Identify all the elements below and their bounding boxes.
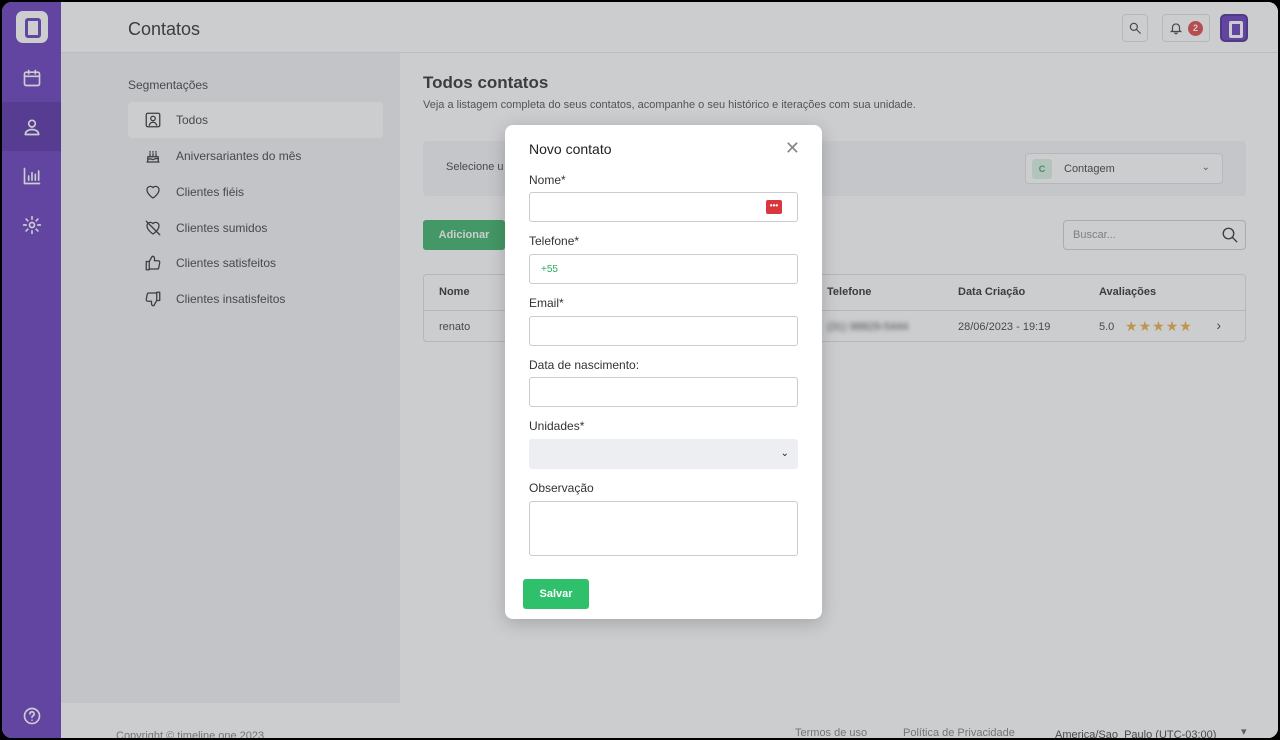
email-field[interactable] bbox=[529, 316, 798, 346]
save-button[interactable]: Salvar bbox=[523, 579, 589, 609]
birth-date-label: Data de nascimento: bbox=[529, 358, 640, 372]
name-label: Nome* bbox=[529, 173, 566, 187]
units-select[interactable]: ⌄ bbox=[529, 439, 798, 469]
app-frame: Contatos 2 Segmentações Todos Aniversari… bbox=[2, 2, 1278, 738]
modal-title: Novo contato bbox=[529, 141, 612, 157]
birth-date-field[interactable] bbox=[529, 377, 798, 407]
close-icon[interactable]: ✕ bbox=[785, 139, 800, 157]
units-label: Unidades* bbox=[529, 419, 585, 433]
phone-label: Telefone* bbox=[529, 234, 580, 248]
phone-field[interactable]: +55 bbox=[529, 254, 798, 284]
new-contact-modal: Novo contato ✕ Nome* ••• Telefone* +55 E… bbox=[505, 125, 822, 619]
name-field[interactable]: ••• bbox=[529, 192, 798, 222]
note-textarea[interactable] bbox=[529, 501, 798, 556]
note-label: Observação bbox=[529, 481, 594, 495]
email-label: Email* bbox=[529, 296, 564, 310]
password-manager-icon[interactable]: ••• bbox=[766, 200, 782, 214]
phone-country-prefix: +55 bbox=[541, 264, 558, 275]
chevron-down-icon: ⌄ bbox=[780, 448, 789, 459]
